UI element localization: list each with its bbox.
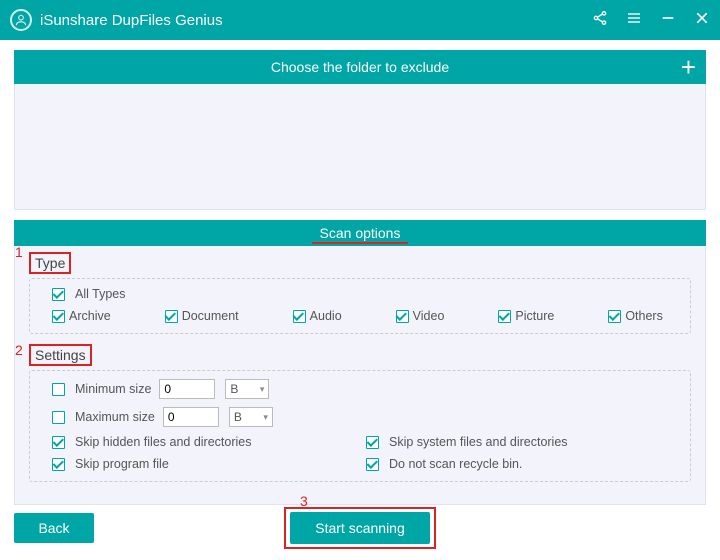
menu-icon[interactable] xyxy=(626,10,642,31)
add-exclude-folder-icon[interactable]: + xyxy=(681,54,696,80)
app-title: iSunshare DupFiles Genius xyxy=(40,12,592,29)
annotation-box-settings: Settings xyxy=(29,344,92,366)
close-icon[interactable] xyxy=(694,10,710,31)
label-others: Others xyxy=(625,309,663,323)
label-skip-program: Skip program file xyxy=(75,457,169,471)
label-skip-system: Skip system files and directories xyxy=(389,435,568,449)
label-skip-hidden: Skip hidden files and directories xyxy=(75,435,252,449)
label-all-types: All Types xyxy=(75,287,126,301)
footer-bar: 3 Back Start scanning xyxy=(0,505,720,543)
checkbox-all-types[interactable] xyxy=(52,288,65,301)
share-icon[interactable] xyxy=(592,10,608,31)
chevron-down-icon: ▾ xyxy=(260,384,265,395)
type-options-group: All Types Archive Document Audio Video P… xyxy=(29,278,691,334)
label-minimum-size: Minimum size xyxy=(75,382,151,396)
scan-options-header: Scan options xyxy=(14,220,706,246)
checkbox-minimum-size[interactable] xyxy=(52,383,65,396)
app-logo-icon xyxy=(10,9,32,31)
scan-options-panel: 1 2 Type All Types Archive Document Audi… xyxy=(14,246,706,505)
label-maximum-size: Maximum size xyxy=(75,410,155,424)
annotation-box-type: Type xyxy=(29,252,71,274)
checkbox-maximum-size[interactable] xyxy=(52,411,65,424)
maximum-size-unit-select[interactable]: B▾ xyxy=(229,407,273,427)
maximum-size-input[interactable] xyxy=(163,407,219,427)
scan-options-title: Scan options xyxy=(320,225,401,241)
label-audio: Audio xyxy=(310,309,342,323)
label-document: Document xyxy=(182,309,239,323)
checkbox-picture[interactable] xyxy=(498,310,511,323)
checkbox-skip-program[interactable] xyxy=(52,458,65,471)
annotation-number-2: 2 xyxy=(15,342,23,358)
minimum-size-unit-select[interactable]: B▾ xyxy=(225,379,269,399)
annotation-underline xyxy=(312,242,408,244)
settings-options-group: Minimum size B▾ Maximum size B▾ Skip hid… xyxy=(29,370,691,482)
checkbox-video[interactable] xyxy=(396,310,409,323)
checkbox-others[interactable] xyxy=(608,310,621,323)
exclude-folder-list xyxy=(14,84,706,210)
checkbox-skip-hidden[interactable] xyxy=(52,436,65,449)
annotation-number-1: 1 xyxy=(15,244,23,260)
annotation-box-start: Start scanning xyxy=(284,507,436,549)
label-no-recycle: Do not scan recycle bin. xyxy=(389,457,522,471)
exclude-folder-bar: Choose the folder to exclude + xyxy=(14,50,706,84)
start-scanning-button[interactable]: Start scanning xyxy=(290,512,430,544)
checkbox-no-recycle[interactable] xyxy=(366,458,379,471)
back-button[interactable]: Back xyxy=(14,513,94,543)
settings-section-title: Settings xyxy=(31,346,90,364)
checkbox-document[interactable] xyxy=(165,310,178,323)
label-archive: Archive xyxy=(69,309,111,323)
checkbox-archive[interactable] xyxy=(52,310,65,323)
checkbox-audio[interactable] xyxy=(293,310,306,323)
checkbox-skip-system[interactable] xyxy=(366,436,379,449)
chevron-down-icon: ▾ xyxy=(263,412,268,423)
label-video: Video xyxy=(413,309,445,323)
minimize-icon[interactable] xyxy=(660,10,676,31)
exclude-folder-label: Choose the folder to exclude xyxy=(271,59,449,75)
minimum-size-input[interactable] xyxy=(159,379,215,399)
type-section-title: Type xyxy=(31,254,69,272)
label-picture: Picture xyxy=(515,309,554,323)
title-bar: iSunshare DupFiles Genius xyxy=(0,0,720,40)
